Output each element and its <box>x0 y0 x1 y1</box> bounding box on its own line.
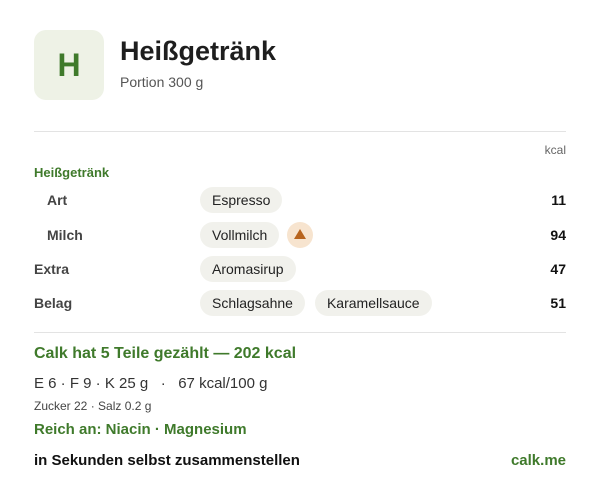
option-pill-espresso[interactable]: Espresso <box>200 187 283 213</box>
row-kcal: 51 <box>550 295 566 311</box>
ingredient-row-milch: Milch Vollmilch 94 <box>34 222 566 248</box>
row-kcal: 11 <box>551 192 566 208</box>
divider <box>34 332 566 333</box>
row-label: Milch <box>47 227 83 243</box>
kcal-unit-label: kcal <box>544 143 566 157</box>
sugar-salt-line: Zucker 22 · Salz 0.2 g <box>34 399 152 413</box>
page-title: Heißgetränk <box>120 36 277 66</box>
header: H Heißgetränk Portion 300 g <box>34 30 574 104</box>
avatar: H <box>34 30 104 100</box>
divider <box>34 131 566 132</box>
option-pills: Espresso <box>200 187 283 213</box>
option-pill-vollmilch[interactable]: Vollmilch <box>200 222 280 248</box>
brand-link[interactable]: calk.me <box>511 452 566 469</box>
row-label: Belag <box>34 295 73 311</box>
portion-subtitle: Portion 300 g <box>120 74 204 90</box>
row-label: Extra <box>34 261 70 277</box>
warning-triangle-icon[interactable] <box>287 222 314 248</box>
row-kcal: 94 <box>550 227 566 243</box>
ingredient-row-art: Art Espresso 11 <box>34 187 566 213</box>
compose-cta-text: in Sekunden selbst zusammenstellen <box>34 452 300 469</box>
option-pill-aromasirup[interactable]: Aromasirup <box>200 256 296 282</box>
section-label: Heißgetränk <box>34 165 110 180</box>
option-pills: Schlagsahne Karamellsauce <box>200 290 432 316</box>
option-pills: Vollmilch <box>200 222 314 248</box>
option-pill-karamellsauce[interactable]: Karamellsauce <box>314 290 432 316</box>
ingredient-row-belag: Belag Schlagsahne Karamellsauce 51 <box>34 290 566 316</box>
row-label: Art <box>47 192 68 208</box>
row-kcal: 47 <box>550 261 566 277</box>
ingredient-row-extra: Extra Aromasirup 47 <box>34 256 566 282</box>
rich-in-line: Reich an: Niacin · Magnesium <box>34 421 247 438</box>
option-pill-schlagsahne[interactable]: Schlagsahne <box>200 290 305 316</box>
option-pills: Aromasirup <box>200 256 296 282</box>
summary-headline: Calk hat 5 Teile gezählt — 202 kcal <box>34 345 297 362</box>
nutrient-line: E 6 · F 9 · K 25 g · 67 kcal/100 g <box>34 375 268 392</box>
